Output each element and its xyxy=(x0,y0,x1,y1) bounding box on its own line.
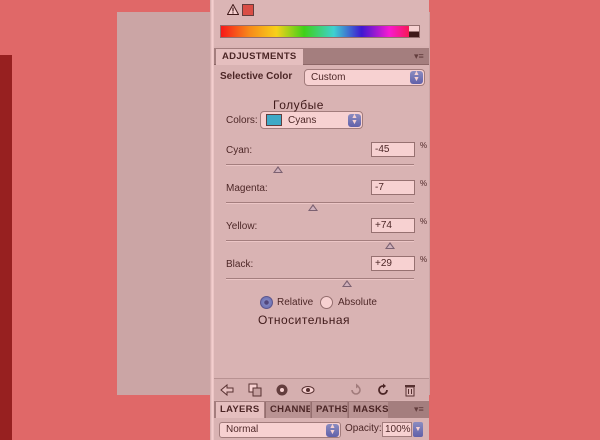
slider-track[interactable] xyxy=(226,164,414,166)
slider-thumb[interactable] xyxy=(342,280,353,287)
color-picker-area xyxy=(214,0,429,46)
refresh-icon[interactable] xyxy=(376,383,390,397)
layers-panel-menu-icon[interactable]: ▾≡ xyxy=(414,404,426,414)
colors-stepper-icon[interactable]: ▲ ▼ xyxy=(348,113,361,127)
layers-tab-bar: LAYERS CHANNELS PATHS MASKS ▾≡ xyxy=(214,401,429,418)
blend-mode-dropdown[interactable]: Normal ▲ ▼ xyxy=(219,422,341,438)
gamut-warning-icon[interactable] xyxy=(227,4,239,15)
radio-absolute[interactable] xyxy=(320,296,333,309)
tab-masks[interactable]: MASKS xyxy=(348,402,388,418)
preset-value: Custom xyxy=(311,72,346,83)
opacity-label: Opacity: xyxy=(345,423,382,434)
tab-layers[interactable]: LAYERS xyxy=(216,402,264,418)
reset-icon[interactable] xyxy=(349,383,363,397)
blend-stepper-icon[interactable]: ▲ ▼ xyxy=(326,423,339,437)
slider-label: Black: xyxy=(226,259,254,270)
slider-label: Magenta: xyxy=(226,183,268,194)
slider-track[interactable] xyxy=(226,202,414,204)
blend-row: Normal ▲ ▼ Opacity: 100% ▼ xyxy=(214,419,429,440)
relative-label[interactable]: Relative xyxy=(277,297,313,308)
adjustments-toolbar xyxy=(214,378,429,400)
magenta-value-input[interactable]: -7 xyxy=(371,180,415,195)
colors-row: Colors: Cyans ▲ ▼ xyxy=(226,111,416,129)
tab-channels[interactable]: CHANNELS xyxy=(265,402,310,418)
percent-unit: % xyxy=(420,141,428,150)
absolute-label[interactable]: Absolute xyxy=(338,297,377,308)
opacity-dropdown-icon[interactable]: ▼ xyxy=(413,422,423,437)
annotation-relative-ru: Относительная xyxy=(258,313,351,327)
slider-thumb[interactable] xyxy=(272,166,283,173)
dark-edge-strip xyxy=(0,55,12,440)
trash-icon[interactable] xyxy=(403,383,417,397)
slider-black: Black: +29 % xyxy=(226,255,427,293)
back-arrow-icon[interactable] xyxy=(220,383,234,397)
radio-relative[interactable] xyxy=(260,296,273,309)
slider-thumb[interactable] xyxy=(308,204,319,211)
blend-mode-value: Normal xyxy=(226,424,259,435)
selective-color-title: Selective Color xyxy=(220,71,293,82)
slider-thumb[interactable] xyxy=(384,242,395,249)
colors-dropdown[interactable]: Cyans ▲ ▼ xyxy=(260,111,363,129)
method-radio-group: Relative Absolute xyxy=(260,295,420,311)
gamut-swatch[interactable] xyxy=(242,4,254,16)
percent-unit: % xyxy=(420,255,428,264)
colors-label: Colors: xyxy=(226,115,258,126)
cyan-swatch xyxy=(266,114,282,126)
opacity-input[interactable]: 100% xyxy=(382,422,412,437)
panel-menu-icon[interactable]: ▾≡ xyxy=(414,51,426,61)
preset-stepper-icon[interactable]: ▲ ▼ xyxy=(410,70,423,84)
slider-yellow: Yellow: +74 % xyxy=(226,217,427,255)
selective-color-row: Selective Color Custom ▲ ▼ xyxy=(220,69,425,87)
visibility-eye-icon[interactable] xyxy=(275,383,289,397)
slider-cyan: Cyan: -45 % xyxy=(226,141,427,179)
percent-unit: % xyxy=(420,179,428,188)
slider-magenta: Magenta: -7 % xyxy=(226,179,427,217)
cyan-value-input[interactable]: -45 xyxy=(371,142,415,157)
tab-paths[interactable]: PATHS xyxy=(311,402,347,418)
tab-adjustments[interactable]: ADJUSTMENTS xyxy=(216,49,303,65)
annotation-cyan-ru: Голубые xyxy=(273,98,324,112)
color-spectrum-bar[interactable] xyxy=(220,25,420,38)
clip-layer-icon[interactable] xyxy=(248,383,262,397)
view-previous-icon[interactable] xyxy=(301,383,315,397)
black-value-input[interactable]: +29 xyxy=(371,256,415,271)
slider-label: Yellow: xyxy=(226,221,258,232)
adjustments-tab-bar: ADJUSTMENTS ▾≡ xyxy=(214,48,429,65)
yellow-value-input[interactable]: +74 xyxy=(371,218,415,233)
colors-value: Cyans xyxy=(288,115,317,126)
black-white-swatch[interactable] xyxy=(409,26,419,37)
photoshop-panel: ADJUSTMENTS ▾≡ Selective Color Custom ▲ ▼… xyxy=(214,0,429,440)
slider-label: Cyan: xyxy=(226,145,253,156)
slider-track[interactable] xyxy=(226,278,414,280)
percent-unit: % xyxy=(420,217,428,226)
preset-dropdown[interactable]: Custom ▲ ▼ xyxy=(304,69,425,86)
